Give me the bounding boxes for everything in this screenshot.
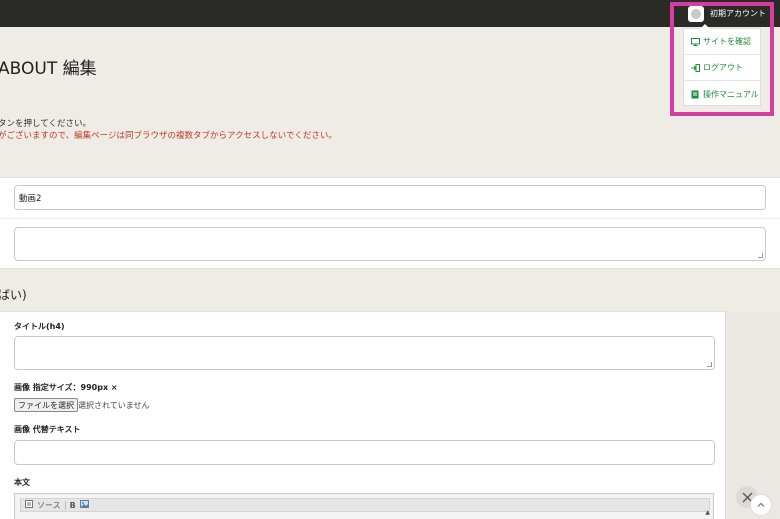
divider [0, 218, 780, 219]
title-textarea[interactable] [14, 336, 715, 370]
toolbar-separator [64, 500, 66, 510]
alt-text-label: 画像 代替テキスト [14, 425, 81, 434]
scroll-to-top-button[interactable] [750, 494, 772, 516]
bold-button[interactable]: B [70, 501, 76, 510]
source-icon[interactable] [25, 500, 33, 510]
highlight-annotation-box [670, 2, 774, 116]
alt-text-input[interactable] [14, 440, 715, 465]
file-select-button[interactable]: ファイルを選択 [14, 398, 78, 412]
editor-toolbar: ソース B [20, 498, 710, 512]
title-label: タイトル(h4) [14, 322, 65, 331]
resize-handle-icon[interactable] [758, 253, 763, 258]
image-size-label: 画像 指定サイズ：990px × [14, 383, 118, 392]
image-icon[interactable] [79, 500, 89, 510]
rich-text-editor[interactable]: ソース B ▲ [14, 493, 714, 519]
file-status-text: 選択されていません [78, 401, 150, 410]
warning-text: がございますので、編集ページは同ブラウザの複数タブからアクセスしないでください。 [0, 131, 337, 141]
name-input-value: 動画2 [19, 193, 42, 204]
page-title: ABOUT 編集 [0, 59, 97, 79]
section-heading: ばい) [0, 288, 27, 302]
name-input[interactable]: 動画2 [14, 185, 766, 210]
description-textarea[interactable] [14, 227, 766, 261]
body-label: 本文 [14, 478, 30, 487]
scroll-up-icon[interactable]: ▲ [705, 509, 710, 516]
basic-info-panel: 動画2 [0, 177, 780, 269]
top-bar: 初期アカウント [0, 0, 780, 27]
resize-handle-icon[interactable] [707, 362, 712, 367]
source-button[interactable]: ソース [37, 500, 61, 511]
instruction-text: タンを押してください。 [0, 119, 91, 129]
